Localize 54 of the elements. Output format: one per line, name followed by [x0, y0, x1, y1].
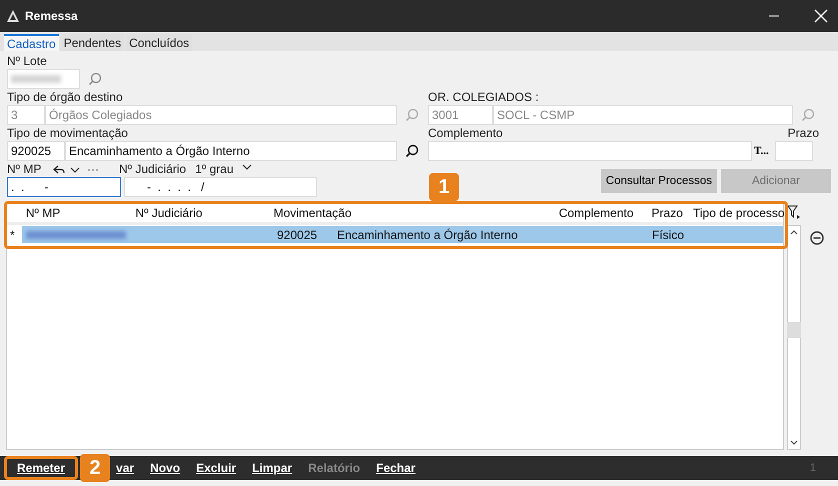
code-field[interactable]: 920025 [7, 141, 65, 161]
field-label: Prazo [788, 126, 819, 141]
action-button[interactable]: Consultar Processos [600, 169, 717, 193]
name-field[interactable]: Encaminhamento a Órgão Interno [65, 141, 397, 161]
chevron-down-icon[interactable] [242, 164, 252, 170]
table-cell-text: Encaminhamento a Órgão Interno [337, 228, 519, 242]
table-row[interactable]: * 920025 Encaminhamento a Órgão Interno Físico [7, 226, 783, 243]
table-cell-text: Físico [651, 228, 684, 242]
column-header[interactable]: Complemento [525, 206, 652, 220]
mp-number-field[interactable]: . . - [7, 177, 121, 197]
field-label: Nº Lote [7, 54, 48, 69]
close-icon[interactable] [814, 9, 828, 23]
field-label: Nº MP [7, 162, 42, 177]
filter-icon[interactable] [787, 205, 801, 219]
tab[interactable]: Cadastro [4, 34, 59, 51]
field-label: Tipo de órgão destino [7, 90, 124, 105]
column-header[interactable]: Tipo de processo [691, 206, 783, 220]
remove-circle-icon[interactable] [810, 231, 824, 245]
row-marker: * [7, 226, 22, 243]
column-header[interactable]: Movimentação [273, 206, 526, 220]
degree-label: 1º grau [195, 162, 234, 177]
field-label: Complemento [428, 126, 503, 141]
table-cell-text: 920025 [277, 228, 318, 242]
scrollbar-thumb[interactable] [787, 322, 801, 338]
window-title: Remessa [25, 9, 78, 23]
toolbar-button[interactable]: Excluir [188, 461, 244, 475]
column-header[interactable]: Nº MP [22, 206, 136, 220]
deadline-field[interactable] [774, 141, 813, 161]
toolbar-button[interactable]: Remeter [4, 456, 78, 480]
toolbar-button[interactable]: Fechar [368, 461, 424, 475]
vertical-scrollbar[interactable] [787, 225, 801, 450]
lot-number-field[interactable] [7, 69, 80, 89]
complement-field[interactable] [428, 141, 752, 161]
more-dots-icon[interactable] [87, 168, 99, 172]
page-number: 1 [810, 462, 816, 474]
step-badge: 1 [429, 173, 459, 201]
toolbar-button[interactable]: Limpar [244, 461, 300, 475]
search-icon[interactable] [405, 144, 419, 158]
field-label: Tipo de movimentação [7, 126, 129, 141]
column-header[interactable]: Nº Judiciário [135, 206, 274, 220]
chevron-down-icon[interactable] [70, 166, 80, 172]
blurred-value [11, 75, 61, 83]
undo-arrow-icon[interactable] [53, 164, 65, 174]
triangle-logo-icon [6, 9, 20, 23]
text-button[interactable]: T... [752, 145, 771, 157]
toolbar-button[interactable]: var [108, 461, 142, 475]
scroll-down-icon[interactable] [790, 440, 798, 445]
judicial-number-field[interactable]: - . . . . / [124, 177, 317, 197]
step-badge: 2 [80, 454, 110, 482]
field-label: Nº Judiciário [119, 162, 186, 177]
toolbar-button[interactable]: Novo [142, 461, 188, 475]
scroll-up-icon[interactable] [790, 230, 798, 235]
column-header[interactable]: Prazo [652, 206, 691, 220]
field-label: OR. COLEGIADOS : [428, 90, 540, 105]
